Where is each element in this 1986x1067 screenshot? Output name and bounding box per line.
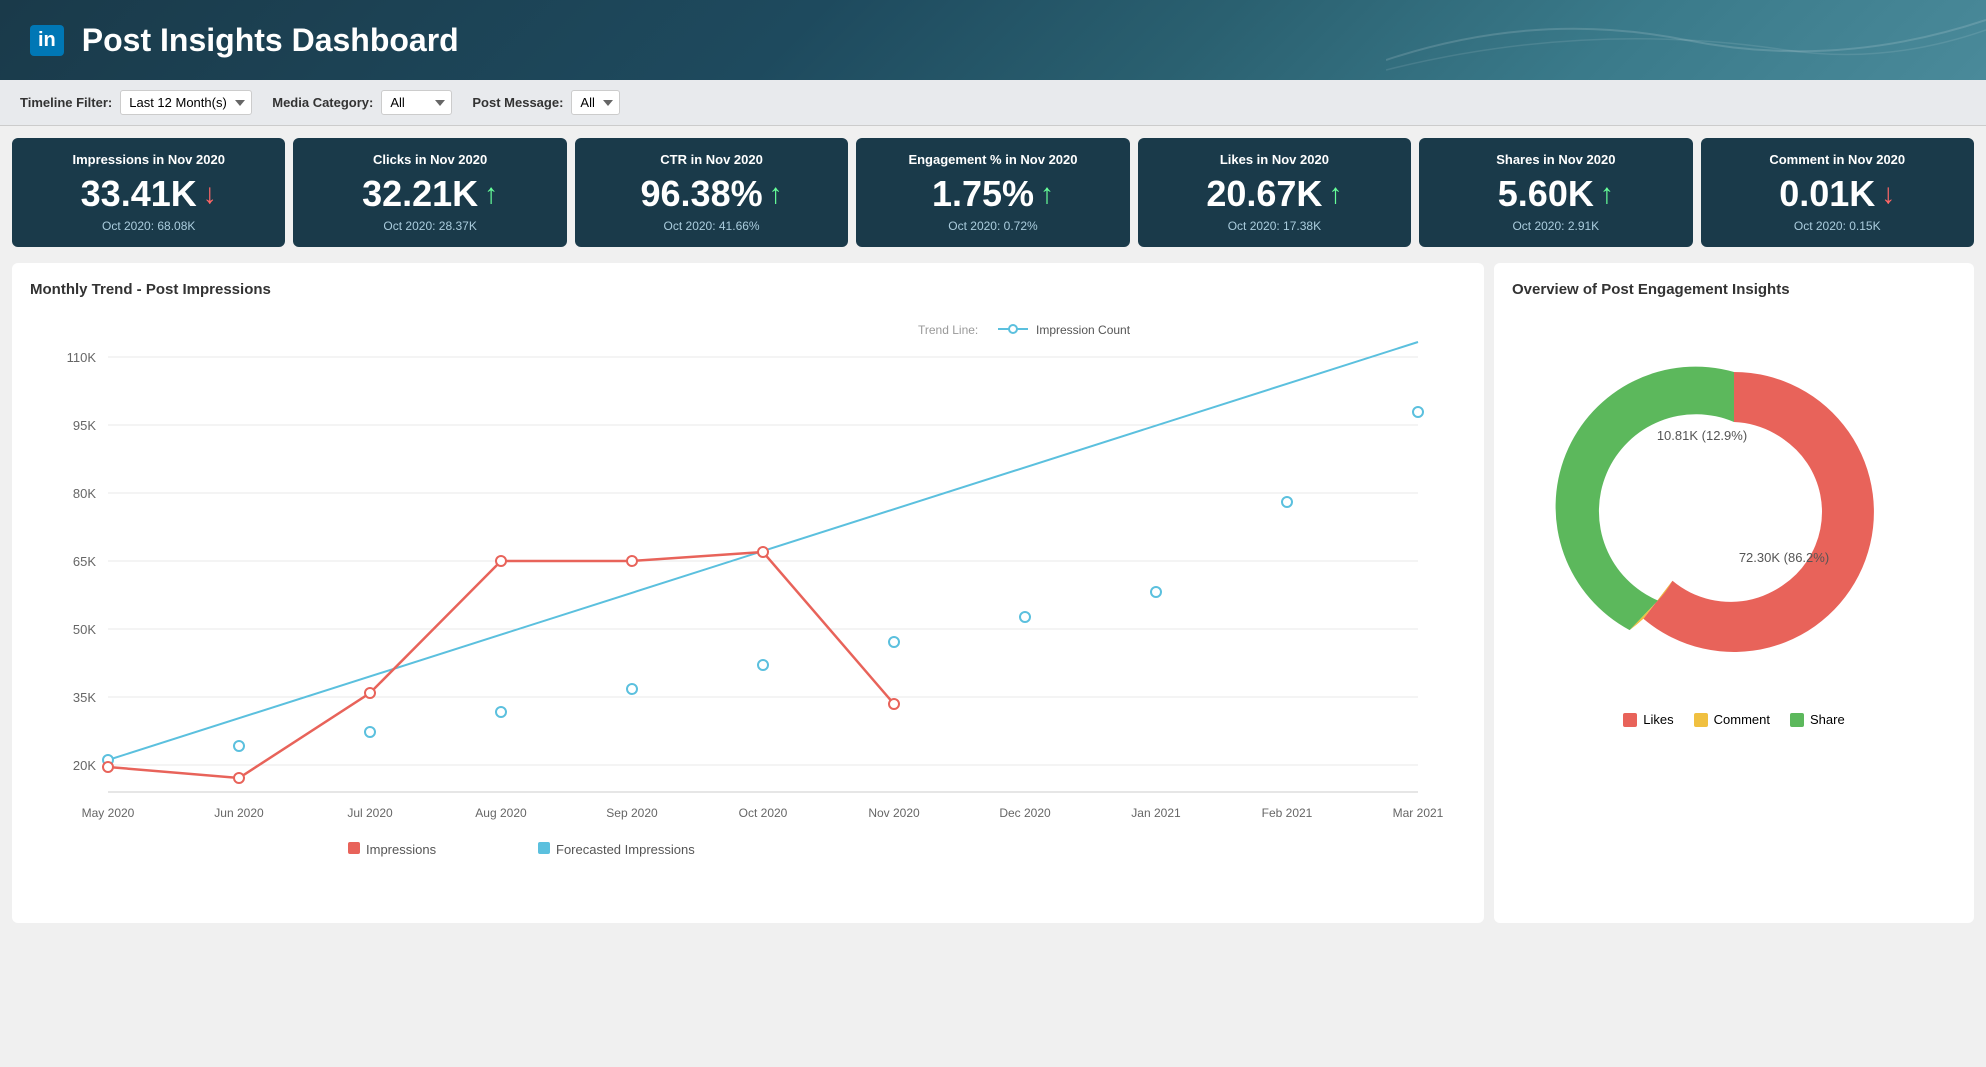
svg-text:50K: 50K — [73, 622, 96, 637]
kpi-value: 0.01K ↓ — [1779, 173, 1895, 215]
kpi-card: Likes in Nov 2020 20.67K ↑ Oct 2020: 17.… — [1138, 138, 1411, 247]
likes-label: Likes — [1643, 712, 1673, 727]
header: in Post Insights Dashboard — [0, 0, 1986, 80]
dashboard-title: Post Insights Dashboard — [82, 22, 459, 59]
svg-text:110K: 110K — [67, 350, 97, 365]
svg-text:Forecasted Impressions: Forecasted Impressions — [556, 842, 695, 857]
kpi-number: 0.01K — [1779, 173, 1875, 215]
svg-text:Mar 2021: Mar 2021 — [1393, 806, 1444, 820]
arrow-up-icon: ↑ — [1328, 178, 1342, 210]
legend-share: Share — [1790, 712, 1845, 727]
media-label: Media Category: — [272, 95, 373, 110]
media-filter-group: Media Category: All Image Video — [272, 90, 452, 115]
kpi-value: 96.38% ↑ — [641, 173, 783, 215]
share-color — [1790, 713, 1804, 727]
line-chart-title: Monthly Trend - Post Impressions — [30, 281, 1466, 298]
svg-text:Jul 2020: Jul 2020 — [347, 806, 393, 820]
kpi-number: 32.21K — [362, 173, 478, 215]
kpi-prev: Oct 2020: 2.91K — [1512, 219, 1599, 233]
legend-likes: Likes — [1623, 712, 1673, 727]
donut-chart-panel: Overview of Post Engagement Insights — [1494, 263, 1974, 923]
arrow-up-icon: ↑ — [769, 178, 783, 210]
svg-text:May 2020: May 2020 — [82, 806, 135, 820]
comment-color — [1694, 713, 1708, 727]
svg-text:Impression Count: Impression Count — [1036, 323, 1131, 337]
arrow-down-icon: ↓ — [1881, 178, 1895, 210]
legend-comment: Comment — [1694, 712, 1770, 727]
line-chart-container: 110K 95K 80K 65K 50K 35K 20K — [30, 312, 1466, 872]
kpi-title: Shares in Nov 2020 — [1496, 152, 1615, 167]
kpi-prev: Oct 2020: 68.08K — [102, 219, 195, 233]
svg-text:20K: 20K — [73, 758, 96, 773]
svg-text:Aug 2020: Aug 2020 — [475, 806, 527, 820]
kpi-card: Clicks in Nov 2020 32.21K ↑ Oct 2020: 28… — [293, 138, 566, 247]
kpi-number: 5.60K — [1498, 173, 1594, 215]
media-select[interactable]: All Image Video — [381, 90, 452, 115]
kpi-prev: Oct 2020: 17.38K — [1228, 219, 1321, 233]
kpi-number: 1.75% — [932, 173, 1034, 215]
arrow-up-icon: ↑ — [1600, 178, 1614, 210]
svg-text:Sep 2020: Sep 2020 — [606, 806, 658, 820]
svg-text:Impressions: Impressions — [366, 842, 437, 857]
share-label: Share — [1810, 712, 1845, 727]
charts-row: Monthly Trend - Post Impressions 110K 95… — [0, 255, 1986, 935]
kpi-card: Engagement % in Nov 2020 1.75% ↑ Oct 202… — [856, 138, 1129, 247]
arrow-up-icon: ↑ — [1040, 178, 1054, 210]
timeline-select[interactable]: Last 12 Month(s) Last 6 Month(s) Last 3 … — [120, 90, 252, 115]
kpi-card: Comment in Nov 2020 0.01K ↓ Oct 2020: 0.… — [1701, 138, 1974, 247]
kpi-number: 20.67K — [1206, 173, 1322, 215]
svg-text:Jan 2021: Jan 2021 — [1131, 806, 1181, 820]
kpi-card: Shares in Nov 2020 5.60K ↑ Oct 2020: 2.9… — [1419, 138, 1692, 247]
kpi-value: 1.75% ↑ — [932, 173, 1054, 215]
svg-text:Dec 2020: Dec 2020 — [999, 806, 1051, 820]
svg-text:Feb 2021: Feb 2021 — [1262, 806, 1313, 820]
svg-text:Trend Line:: Trend Line: — [918, 323, 978, 337]
kpi-value: 32.21K ↑ — [362, 173, 498, 215]
line-chart-panel: Monthly Trend - Post Impressions 110K 95… — [12, 263, 1484, 923]
kpi-value: 33.41K ↓ — [81, 173, 217, 215]
comment-label: Comment — [1714, 712, 1770, 727]
kpi-card: Impressions in Nov 2020 33.41K ↓ Oct 202… — [12, 138, 285, 247]
kpi-title: CTR in Nov 2020 — [660, 152, 763, 167]
message-label: Post Message: — [472, 95, 563, 110]
kpi-value: 5.60K ↑ — [1498, 173, 1614, 215]
donut-legend: Likes Comment Share — [1623, 712, 1844, 727]
svg-text:72.30K (86.2%): 72.30K (86.2%) — [1739, 550, 1829, 565]
kpi-card: CTR in Nov 2020 96.38% ↑ Oct 2020: 41.66… — [575, 138, 848, 247]
kpi-title: Likes in Nov 2020 — [1220, 152, 1329, 167]
svg-text:10.81K (12.9%): 10.81K (12.9%) — [1657, 428, 1747, 443]
arrow-down-icon: ↓ — [203, 178, 217, 210]
donut-svg: 72.30K (86.2%) 10.81K (12.9%) — [1554, 332, 1914, 692]
donut-chart-title: Overview of Post Engagement Insights — [1512, 281, 1956, 298]
svg-text:35K: 35K — [73, 690, 96, 705]
kpi-title: Clicks in Nov 2020 — [373, 152, 487, 167]
linkedin-logo: in — [30, 25, 64, 56]
svg-text:Oct 2020: Oct 2020 — [739, 806, 788, 820]
kpi-number: 33.41K — [81, 173, 197, 215]
timeline-label: Timeline Filter: — [20, 95, 112, 110]
svg-text:95K: 95K — [73, 418, 96, 433]
likes-color — [1623, 713, 1637, 727]
kpi-prev: Oct 2020: 41.66% — [664, 219, 760, 233]
message-select[interactable]: All — [571, 90, 620, 115]
svg-text:Jun 2020: Jun 2020 — [214, 806, 264, 820]
kpi-prev: Oct 2020: 28.37K — [383, 219, 476, 233]
kpi-value: 20.67K ↑ — [1206, 173, 1342, 215]
timeline-filter-group: Timeline Filter: Last 12 Month(s) Last 6… — [20, 90, 252, 115]
svg-text:65K: 65K — [73, 554, 96, 569]
arrow-up-icon: ↑ — [484, 178, 498, 210]
svg-text:Nov 2020: Nov 2020 — [868, 806, 920, 820]
kpi-prev: Oct 2020: 0.15K — [1794, 219, 1881, 233]
kpi-title: Impressions in Nov 2020 — [72, 152, 224, 167]
message-filter-group: Post Message: All — [472, 90, 620, 115]
svg-text:80K: 80K — [73, 486, 96, 501]
kpi-prev: Oct 2020: 0.72% — [948, 219, 1037, 233]
kpi-number: 96.38% — [641, 173, 763, 215]
kpi-title: Engagement % in Nov 2020 — [908, 152, 1077, 167]
kpi-row: Impressions in Nov 2020 33.41K ↓ Oct 202… — [0, 126, 1986, 255]
donut-container: 72.30K (86.2%) 10.81K (12.9%) Likes Comm… — [1512, 312, 1956, 727]
kpi-title: Comment in Nov 2020 — [1769, 152, 1905, 167]
filters-bar: Timeline Filter: Last 12 Month(s) Last 6… — [0, 80, 1986, 126]
